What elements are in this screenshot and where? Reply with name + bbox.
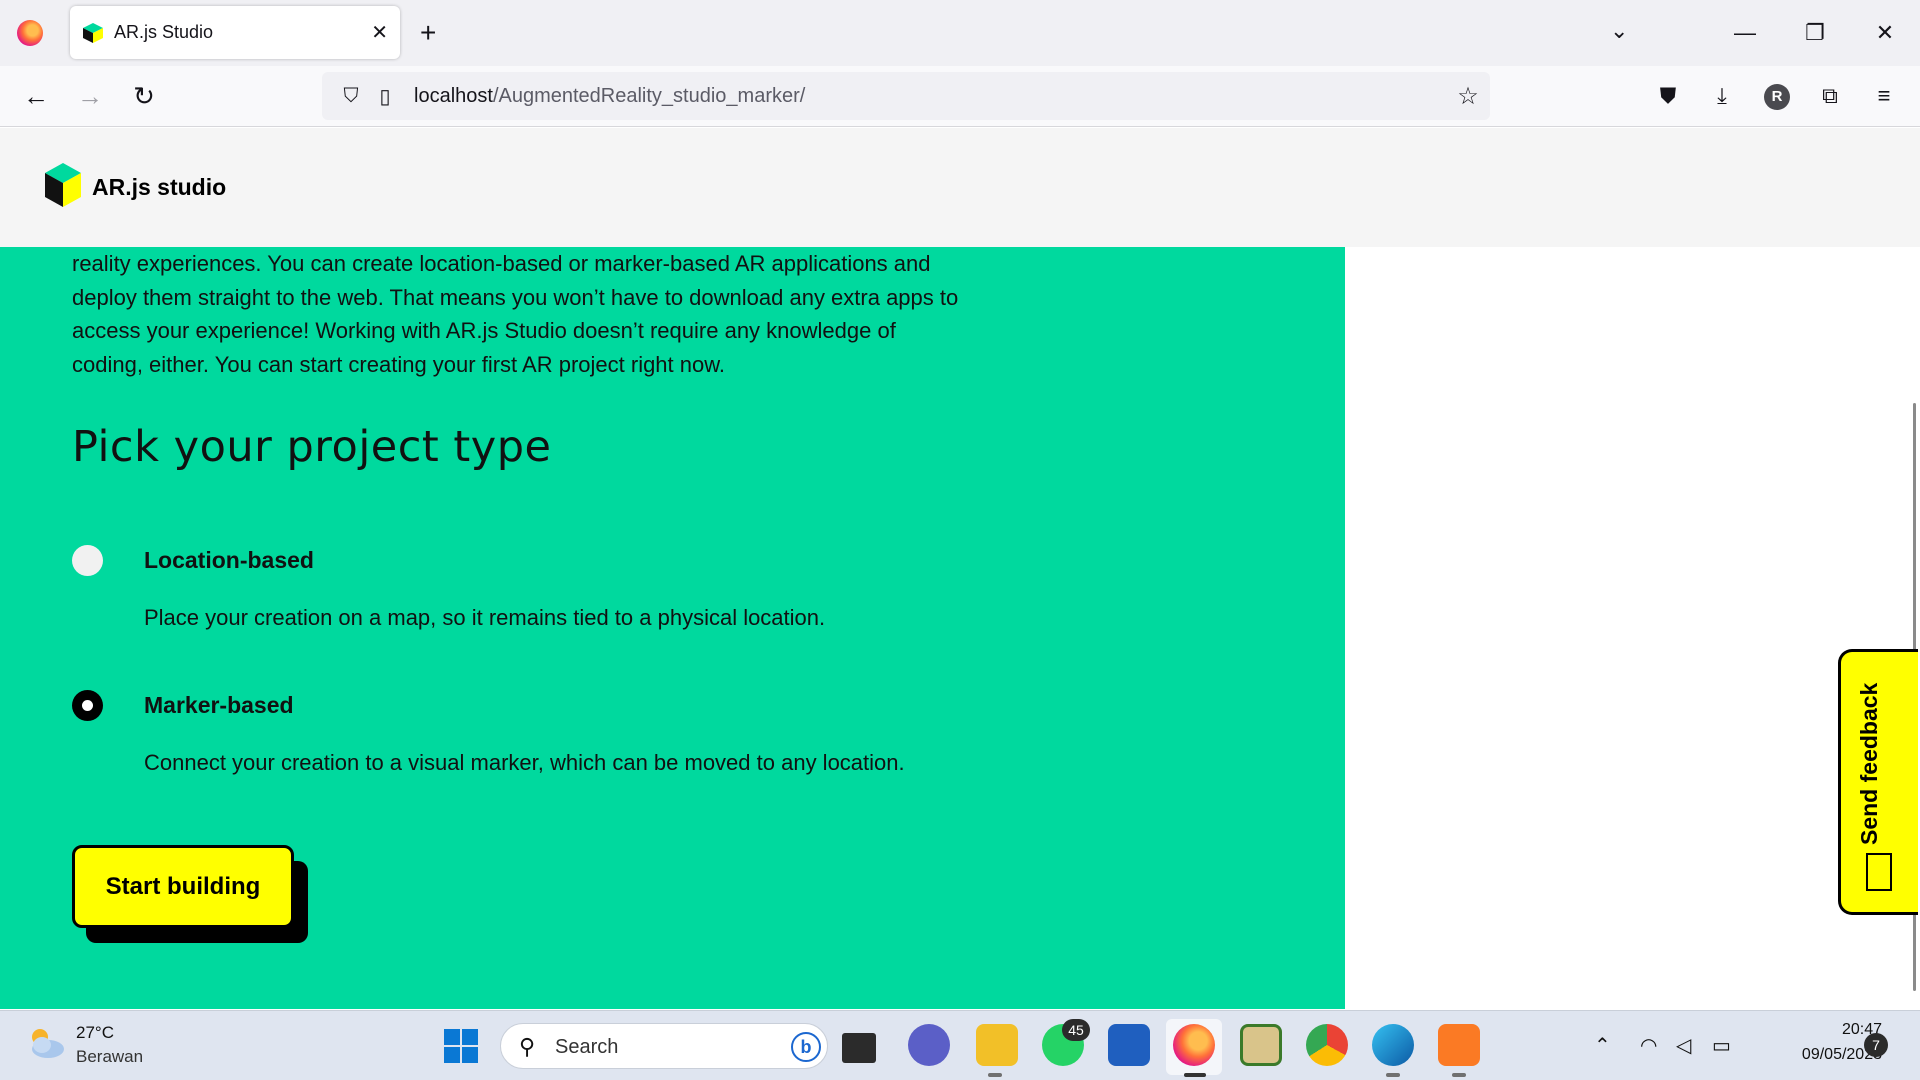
project-type-panel: reality experiences. You can create loca… bbox=[0, 247, 1345, 1009]
tracking-shield-icon[interactable]: ⛉ bbox=[334, 85, 368, 108]
radio-marker-based[interactable] bbox=[72, 690, 103, 721]
search-icon: ⚲ bbox=[519, 1034, 536, 1059]
browser-nav-bar: ← → ↻ ⛉ ▯ localhost/AugmentedReality_stu… bbox=[0, 66, 1920, 127]
arjs-favicon-icon bbox=[83, 22, 103, 43]
notification-count-badge[interactable]: 7 bbox=[1864, 1033, 1888, 1057]
edge-running-indicator bbox=[1386, 1073, 1400, 1077]
window-controls: — ❐ ✕ bbox=[1710, 0, 1920, 66]
task-view-icon[interactable] bbox=[842, 1033, 876, 1063]
firefox-icon[interactable] bbox=[17, 20, 43, 46]
option-label: Location-based bbox=[144, 547, 314, 573]
tray-chevron-up-icon[interactable]: ⌃ bbox=[1594, 1033, 1611, 1058]
xampp-icon[interactable] bbox=[1438, 1024, 1480, 1066]
reload-icon[interactable]: ↻ bbox=[126, 78, 162, 114]
extensions-icon[interactable]: ⧉ bbox=[1812, 78, 1848, 114]
weather-cloud-icon[interactable] bbox=[26, 1025, 66, 1061]
new-tab-button[interactable]: + bbox=[420, 16, 436, 50]
weather-description[interactable]: Berawan bbox=[76, 1047, 143, 1067]
taskbar-search-box[interactable]: ⚲ Search b bbox=[500, 1023, 828, 1069]
feedback-mail-icon bbox=[1866, 853, 1892, 891]
whatsapp-badge: 45 bbox=[1062, 1019, 1090, 1041]
windows-start-icon[interactable] bbox=[444, 1029, 478, 1063]
menu-hamburger-icon[interactable]: ≡ bbox=[1866, 78, 1902, 114]
volume-icon[interactable]: ◁ bbox=[1676, 1033, 1691, 1058]
restore-button[interactable]: ❐ bbox=[1780, 20, 1850, 46]
wifi-icon[interactable]: ◠ bbox=[1640, 1033, 1657, 1058]
back-arrow-icon[interactable]: ← bbox=[18, 78, 54, 114]
search-placeholder: Search bbox=[555, 1036, 619, 1058]
intro-paragraph: reality experiences. You can create loca… bbox=[72, 251, 959, 377]
profile-avatar[interactable]: R bbox=[1764, 84, 1790, 110]
url-path: /AugmentedReality_studio_marker/ bbox=[492, 84, 806, 107]
bing-icon[interactable]: b bbox=[791, 1032, 821, 1062]
url-host: localhost bbox=[414, 84, 493, 107]
option-label: Marker-based bbox=[144, 692, 294, 718]
downloads-icon[interactable]: ⤓ bbox=[1704, 78, 1740, 114]
browser-tab-active[interactable]: AR.js Studio ✕ bbox=[70, 6, 400, 59]
bookmark-star-icon[interactable]: ☆ bbox=[1446, 82, 1490, 111]
tab-close-icon[interactable]: ✕ bbox=[371, 20, 388, 45]
option-description: Place your creation on a map, so it rema… bbox=[144, 605, 826, 630]
battery-icon[interactable]: ▭ bbox=[1712, 1033, 1731, 1058]
pocket-icon[interactable]: ⛊ bbox=[1650, 78, 1686, 114]
edge-icon[interactable] bbox=[1372, 1024, 1414, 1066]
explorer-running-indicator bbox=[988, 1073, 1002, 1077]
teams-chat-icon[interactable] bbox=[908, 1024, 950, 1066]
tab-title: AR.js Studio bbox=[114, 22, 214, 42]
microsoft-store-icon[interactable] bbox=[1108, 1024, 1150, 1066]
file-explorer-icon[interactable] bbox=[976, 1024, 1018, 1066]
windows-taskbar: 27°C Berawan ⚲ Search b 45 ⌃ ◠ ◁ ▭ 20:47… bbox=[0, 1010, 1920, 1080]
firefox-active-indicator bbox=[1184, 1073, 1206, 1077]
option-description: Connect your creation to a visual marker… bbox=[144, 750, 905, 775]
site-name[interactable]: AR.js studio bbox=[92, 174, 226, 201]
radio-location-based[interactable] bbox=[72, 545, 103, 576]
close-window-button[interactable]: ✕ bbox=[1850, 20, 1920, 46]
game-app-icon[interactable] bbox=[1240, 1024, 1282, 1066]
chrome-icon[interactable] bbox=[1306, 1024, 1348, 1066]
minimize-button[interactable]: — bbox=[1710, 20, 1780, 46]
xampp-running-indicator bbox=[1452, 1073, 1466, 1077]
start-building-button[interactable]: Start building bbox=[72, 845, 294, 928]
firefox-taskbar-icon[interactable] bbox=[1173, 1024, 1215, 1066]
tab-list-chevron-icon[interactable]: ⌄ bbox=[1610, 18, 1628, 44]
browser-tab-bar: AR.js Studio ✕ + ⌄ — ❐ ✕ bbox=[0, 0, 1920, 66]
section-title: Pick your project type bbox=[72, 422, 552, 472]
site-header: AR.js studio bbox=[0, 128, 1920, 247]
address-bar[interactable]: ⛉ ▯ localhost/AugmentedReality_studio_ma… bbox=[322, 72, 1490, 120]
forward-arrow-icon[interactable]: → bbox=[72, 78, 108, 114]
page-info-icon[interactable]: ▯ bbox=[368, 84, 402, 109]
send-feedback-label: Send feedback bbox=[1856, 682, 1882, 845]
url-text[interactable]: localhost/AugmentedReality_studio_marker… bbox=[414, 85, 1446, 108]
arjs-logo-icon[interactable] bbox=[44, 162, 82, 208]
weather-temperature[interactable]: 27°C bbox=[76, 1023, 114, 1043]
